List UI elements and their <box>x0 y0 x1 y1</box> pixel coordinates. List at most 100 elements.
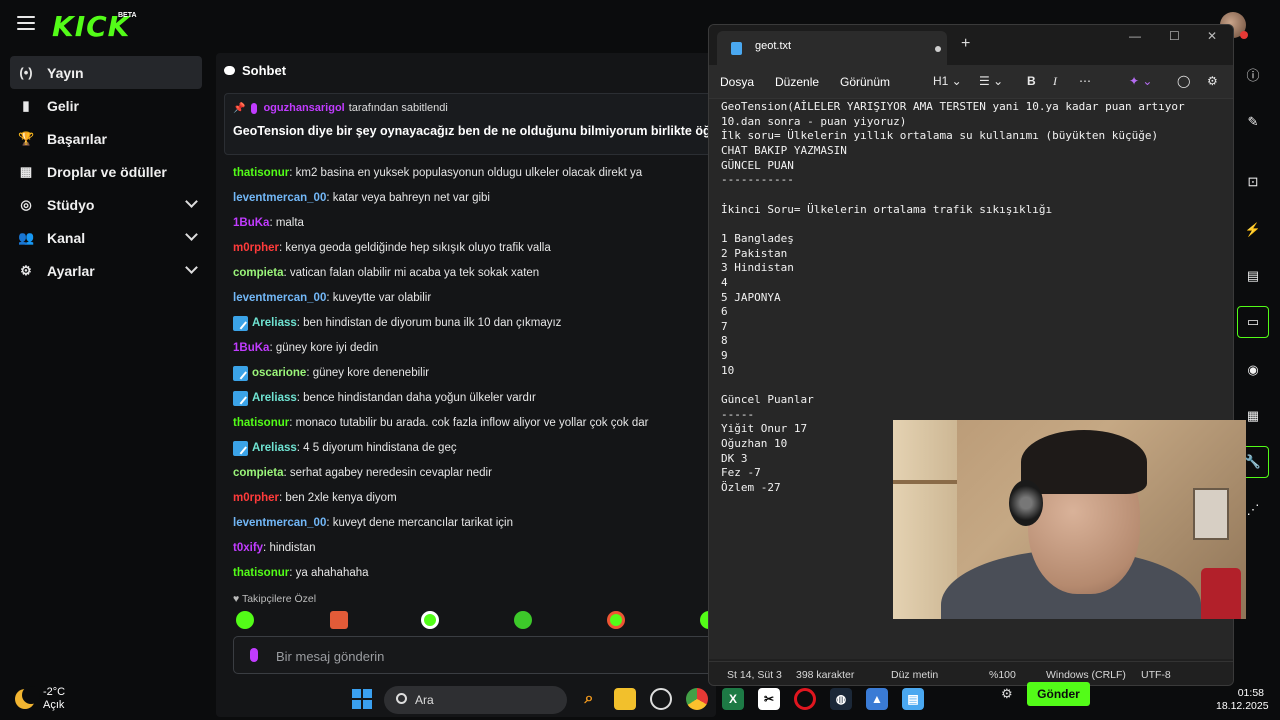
beta-badge: BETA <box>118 12 137 19</box>
sidebar-item-ayarlar[interactable]: ⚙ Ayarlar <box>10 254 202 287</box>
maximize-icon[interactable]: ☐ <box>1169 29 1180 43</box>
chat-input-box[interactable] <box>233 636 716 674</box>
emote-icon[interactable] <box>607 611 625 629</box>
chat-username[interactable]: thatisonur <box>233 561 289 586</box>
moon-icon <box>15 686 40 709</box>
chat-message: thatisonur: ya ahahahaha <box>233 561 713 586</box>
chat-username[interactable]: leventmercan_00 <box>233 286 326 311</box>
heading-dropdown[interactable]: H1 ⌄ <box>933 74 962 88</box>
emote-icon[interactable] <box>330 611 348 629</box>
taskbar-search[interactable]: Ara <box>384 686 567 714</box>
broadcast-icon[interactable]: ◉ <box>1237 354 1269 386</box>
account-icon[interactable]: ◯ <box>1177 74 1190 88</box>
chat-message-text: 4 5 diyorum hindistana de geç <box>303 442 457 454</box>
windows-start-icon[interactable] <box>352 689 372 709</box>
document-icon[interactable]: ▤ <box>1237 260 1269 292</box>
chat-username[interactable]: m0rpher <box>233 486 279 511</box>
chat-settings-icon[interactable]: ⚙ <box>1001 686 1013 702</box>
bolt-icon[interactable]: ⚡ <box>1237 214 1269 246</box>
app-icon[interactable] <box>650 688 672 710</box>
sidebar-item-label: Başarılar <box>47 130 107 147</box>
sidebar-item-kanal[interactable]: 👥 Kanal <box>10 221 202 254</box>
emote-icon[interactable] <box>514 611 532 629</box>
sidebar-item-label: Yayın <box>47 64 84 81</box>
edit-icon[interactable]: ✎ <box>1237 106 1269 138</box>
list-icon[interactable]: ☰ ⌄ <box>979 74 1003 88</box>
chat-message: m0rpher: ben 2xle kenya diyom <box>233 486 713 511</box>
chat-message-input[interactable] <box>276 645 696 667</box>
sidebar-item-gelir[interactable]: ▮ Gelir <box>10 89 202 122</box>
unsaved-dot-icon[interactable] <box>935 46 941 52</box>
chat-username[interactable]: thatisonur <box>233 411 289 436</box>
emote-icon[interactable] <box>421 611 439 629</box>
chevron-down-icon[interactable] <box>185 261 198 274</box>
italic-icon[interactable]: I <box>1053 74 1057 89</box>
text-line: 10 <box>721 363 735 377</box>
send-button[interactable]: Gönder <box>1027 682 1090 706</box>
chat-username[interactable]: leventmercan_00 <box>233 511 326 536</box>
weather-widget[interactable]: -2°C Açık <box>15 686 65 712</box>
chevron-down-icon[interactable] <box>185 195 198 208</box>
copilot-icon[interactable]: ✦ ⌄ <box>1129 74 1152 88</box>
info-icon[interactable]: ⓘ <box>1237 58 1269 90</box>
steam-icon[interactable]: ◍ <box>830 688 852 710</box>
sidebar-item-yayin[interactable]: (•) Yayın <box>10 56 202 89</box>
text-line: 5 JAPONYA <box>721 290 781 304</box>
notepad-icon <box>731 42 742 55</box>
photos-icon[interactable]: ▲ <box>866 688 888 710</box>
chat-message-text: kuveytte var olabilir <box>332 292 432 304</box>
mic-icon[interactable] <box>250 648 258 662</box>
text-line: 3 Hindistan <box>721 261 794 275</box>
text-line: İlk soru= Ülkelerin yıllık ortalama su k… <box>721 129 1159 143</box>
broadcast-icon: (•) <box>19 65 33 80</box>
chat-message-text: güney kore denenebilir <box>312 367 430 379</box>
sidebar-item-studyo[interactable]: ◎ Stüdyo <box>10 188 202 221</box>
menu-gorunum[interactable]: Görünüm <box>840 75 890 89</box>
chat-username[interactable]: Areliass <box>252 386 297 411</box>
sidebar-item-basarilar[interactable]: 🏆 Başarılar <box>10 122 202 155</box>
chat-icon[interactable]: ▭ <box>1237 306 1269 338</box>
chat-message: Areliass: 4 5 diyorum hindistana de geç <box>233 436 713 461</box>
excel-icon[interactable]: X <box>722 688 744 710</box>
studio-icon: ◎ <box>20 196 32 212</box>
tab-geot[interactable]: geot.txt <box>717 31 947 65</box>
opera-icon[interactable] <box>794 688 816 710</box>
close-icon[interactable]: ✕ <box>1207 29 1217 43</box>
pinned-message[interactable]: 📌 oguzhansarigol tarafından sabitlendi G… <box>224 93 716 155</box>
chevron-down-icon[interactable] <box>185 228 198 241</box>
subscriber-badge-icon <box>233 441 248 456</box>
more-icon[interactable]: ⋯ <box>1079 74 1091 88</box>
folder-icon[interactable] <box>614 688 636 710</box>
menu-icon[interactable] <box>17 16 35 32</box>
minimize-icon[interactable]: — <box>1129 29 1141 43</box>
menu-dosya[interactable]: Dosya <box>720 75 754 89</box>
sidebar-item-droplar[interactable]: ▦ Droplar ve ödüller <box>10 155 202 188</box>
chat-username[interactable]: leventmercan_00 <box>233 186 326 211</box>
menu-duzenle[interactable]: Düzenle <box>775 75 819 89</box>
notepad-taskbar-icon[interactable]: ▤ <box>902 688 924 710</box>
capcut-icon[interactable]: ✂ <box>758 688 780 710</box>
chat-username[interactable]: oscarione <box>252 361 306 386</box>
chat-username[interactable]: 1BuKa <box>233 211 269 236</box>
chat-username[interactable]: 1BuKa <box>233 336 269 361</box>
chrome-icon[interactable] <box>686 688 708 710</box>
trophy-icon: 🏆 <box>18 130 35 146</box>
chat-username[interactable]: compieta <box>233 461 284 486</box>
bold-icon[interactable]: B <box>1027 74 1036 88</box>
settings-icon[interactable]: ⚙ <box>1207 74 1218 88</box>
chat-username[interactable]: thatisonur <box>233 161 289 186</box>
chat-username[interactable]: compieta <box>233 261 284 286</box>
chat-message: t0xify: hindistan <box>233 536 713 561</box>
chat-username[interactable]: Areliass <box>252 311 297 336</box>
chat-username[interactable]: t0xify <box>233 536 263 561</box>
search-app-icon[interactable]: ⌕ <box>578 688 600 710</box>
chat-username[interactable]: m0rpher <box>233 236 279 261</box>
tab-title: geot.txt <box>755 40 792 52</box>
new-tab-button[interactable]: + <box>961 35 970 53</box>
text-line: CHAT BAKIP YAZMASIN <box>721 143 847 157</box>
pinned-by-user[interactable]: oguzhansarigol <box>263 102 344 114</box>
emote-icon[interactable] <box>236 611 254 629</box>
text-line <box>721 378 1185 393</box>
camera-icon[interactable]: ⊡ <box>1237 166 1269 198</box>
chat-username[interactable]: Areliass <box>252 436 297 461</box>
